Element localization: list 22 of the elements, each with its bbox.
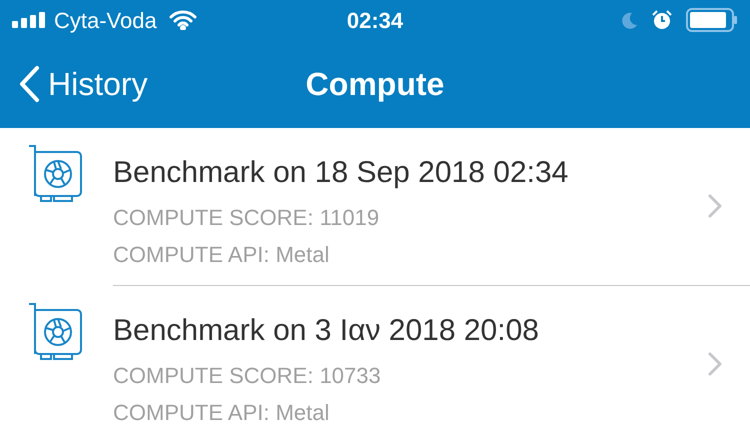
benchmark-row[interactable]: Benchmark on 18 Sep 2018 02:34 COMPUTE SCORE: 11019 COMPUTE API: Metal [0, 128, 750, 286]
chevron-left-icon [18, 65, 40, 103]
graphics-card-icon [28, 302, 82, 360]
carrier-name: Cyta-Voda [54, 6, 157, 35]
benchmark-row[interactable]: Benchmark on 3 Ιαν 2018 20:08 COMPUTE SCORE: 10733 COMPUTE API: Metal [0, 286, 750, 443]
alarm-icon [652, 10, 672, 30]
chevron-right-icon [708, 194, 722, 218]
benchmark-detail: COMPUTE API: Metal [113, 399, 330, 427]
signal-icon [12, 12, 46, 28]
wifi-icon [168, 10, 197, 30]
benchmark-detail: COMPUTE API: Metal [113, 241, 330, 269]
page-title: Compute [306, 65, 444, 104]
moon-icon [620, 11, 638, 29]
status-time: 02:34 [346, 6, 404, 34]
benchmark-detail: COMPUTE SCORE: 10733 [113, 362, 382, 390]
back-button[interactable]: History [0, 60, 148, 108]
battery-icon [686, 8, 738, 32]
benchmark-detail: COMPUTE SCORE: 11019 [113, 204, 380, 232]
graphics-card-icon [28, 144, 82, 202]
benchmark-title: Benchmark on 3 Ιαν 2018 20:08 [113, 313, 540, 349]
benchmark-title: Benchmark on 18 Sep 2018 02:34 [113, 155, 570, 191]
chevron-right-icon [708, 352, 722, 376]
